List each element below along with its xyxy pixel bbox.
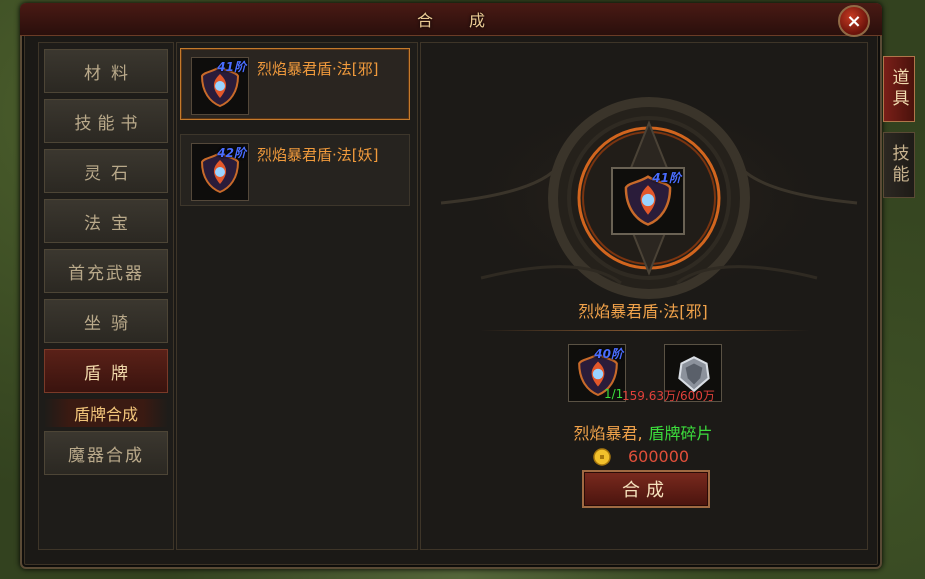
- material-1-count: 1/1: [604, 387, 624, 401]
- subcategory-shield-synthesis[interactable]: 盾牌合成: [44, 399, 168, 427]
- category-spirit-stones[interactable]: 灵石: [44, 149, 168, 193]
- tier-badge: 41阶: [652, 171, 681, 185]
- category-label: 法宝: [84, 213, 138, 234]
- material-2-count: 159.63万/600万: [622, 389, 715, 403]
- category-label: 坐骑: [84, 313, 138, 334]
- item-icon-slot: 42阶: [191, 143, 249, 201]
- compose-button[interactable]: 合成: [582, 470, 710, 508]
- tab-label: 道具: [888, 68, 909, 110]
- category-demon-artifact-synthesis[interactable]: 魔器合成: [44, 431, 168, 475]
- tab-skills[interactable]: 技能: [883, 132, 915, 198]
- category-label: 技能书: [74, 113, 144, 134]
- item-name: 烈焰暴君盾·法[邪]: [257, 60, 379, 78]
- tier-badge: 41阶: [217, 60, 246, 74]
- category-first-recharge-weapon[interactable]: 首充武器: [44, 249, 168, 293]
- window-title: 合成: [416, 11, 521, 30]
- category-treasures[interactable]: 法宝: [44, 199, 168, 243]
- window-titlebar: 合成: [20, 3, 882, 36]
- result-item-name: 烈焰暴君盾·法[邪]: [578, 302, 708, 321]
- category-mounts[interactable]: 坐骑: [44, 299, 168, 343]
- close-button[interactable]: ×: [838, 5, 870, 37]
- tier-badge: 42阶: [217, 146, 246, 160]
- item-row[interactable]: 42阶 烈焰暴君盾·法[妖]: [180, 134, 410, 206]
- tier-badge: 40阶: [594, 347, 623, 361]
- category-shields[interactable]: 盾牌: [44, 349, 168, 393]
- category-materials[interactable]: 材料: [44, 49, 168, 93]
- material-1-name: 烈焰暴君,: [573, 424, 643, 443]
- gold-coin-icon: [593, 448, 611, 466]
- category-label: 魔器合成: [68, 445, 144, 466]
- divider: [480, 330, 810, 331]
- materials-summary: 烈焰暴君, 盾牌碎片: [420, 420, 866, 444]
- item-name: 烈焰暴君盾·法[妖]: [257, 146, 379, 164]
- close-icon: ×: [846, 10, 862, 32]
- result-item-slot[interactable]: 41阶: [611, 167, 685, 235]
- tab-items[interactable]: 道具: [883, 56, 915, 122]
- gold-cost: 600000: [628, 447, 690, 466]
- item-icon-slot: 41阶: [191, 57, 249, 115]
- tab-label: 技能: [888, 144, 909, 186]
- category-skill-books[interactable]: 技能书: [44, 99, 168, 143]
- category-label: 首充武器: [68, 263, 144, 284]
- category-label: 灵石: [84, 163, 138, 184]
- category-label: 盾牌: [84, 363, 138, 384]
- subcategory-label: 盾牌合成: [73, 405, 138, 424]
- category-label: 材料: [84, 63, 138, 84]
- material-2-name: 盾牌碎片: [648, 424, 713, 443]
- item-row[interactable]: 41阶 烈焰暴君盾·法[邪]: [180, 48, 410, 120]
- compose-button-label: 合成: [622, 480, 670, 501]
